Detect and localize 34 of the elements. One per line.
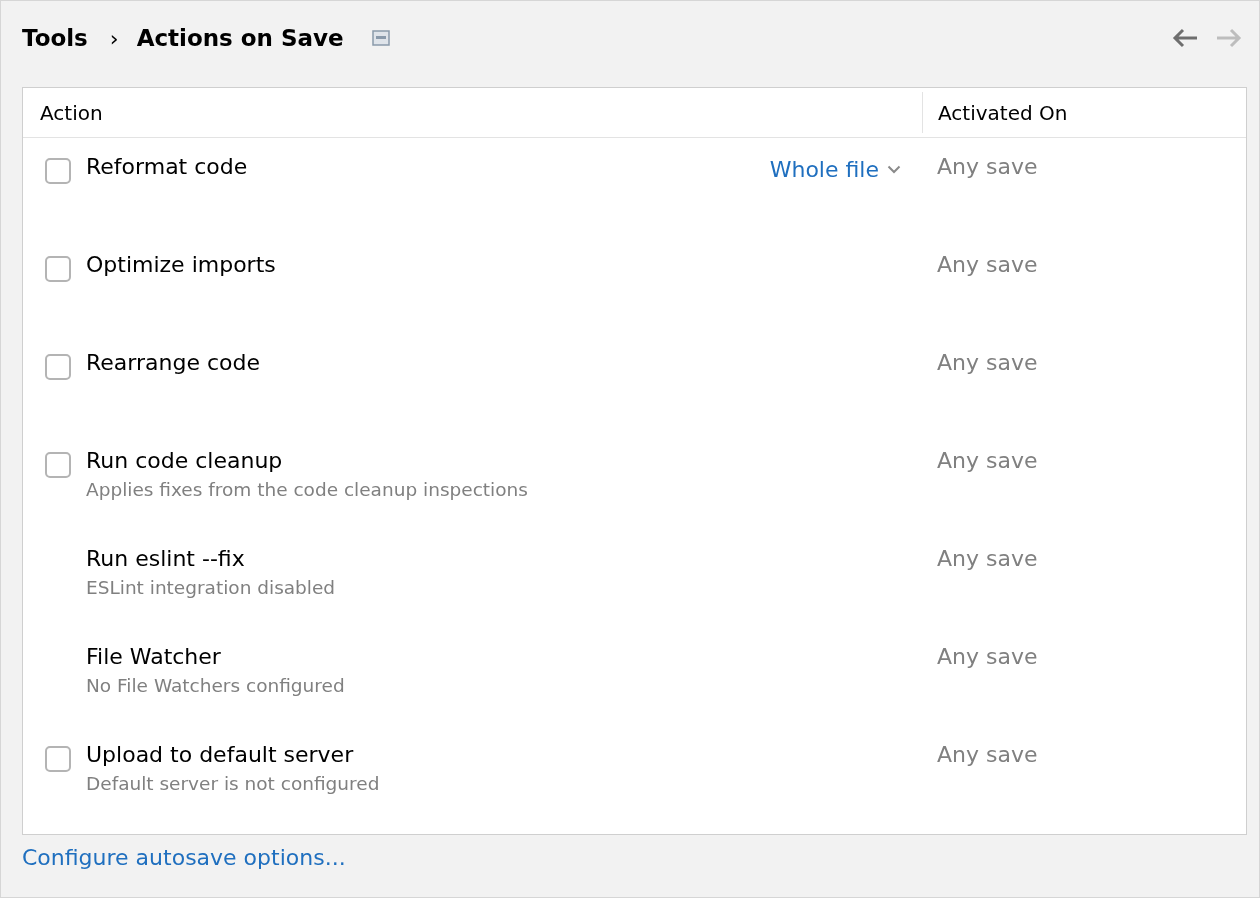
action-description: Default server is not configured [86, 773, 380, 794]
action-label: Upload to default server [86, 742, 354, 767]
autosave-options-link[interactable]: Configure autosave options... [22, 845, 346, 870]
action-description: Applies fixes from the code cleanup inspections [86, 479, 528, 500]
scope-dropdown[interactable]: Whole file [769, 154, 901, 184]
action-description: No File Watchers configured [86, 675, 345, 696]
activation-trigger: Any save [937, 742, 1038, 767]
action-label: Reformat code [86, 154, 248, 179]
page-title: Actions on Save [136, 25, 344, 51]
breadcrumb-parent[interactable]: Tools [22, 25, 88, 51]
activation-trigger: Any save [937, 154, 1038, 179]
action-label: Optimize imports [86, 252, 276, 277]
column-header: Action [23, 92, 923, 133]
activation-trigger: Any save [937, 350, 1038, 375]
activation-trigger: Any save [937, 448, 1038, 473]
checkbox[interactable] [45, 746, 71, 772]
left-arrow-icon [1171, 26, 1199, 50]
checkbox[interactable] [45, 256, 71, 282]
activation-trigger: Any save [937, 644, 1038, 669]
checkbox[interactable] [45, 452, 71, 478]
action-description: ESLint integration disabled [86, 577, 336, 598]
action-label: Run code cleanup [86, 448, 283, 473]
column-header: Activated On [937, 99, 1069, 127]
chevron-down-icon [887, 164, 901, 174]
right-arrow-icon [1215, 26, 1243, 50]
activation-trigger: Any save [937, 252, 1038, 277]
window-icon[interactable] [371, 30, 390, 46]
checkbox[interactable] [45, 354, 71, 380]
action-label: File Watcher [86, 644, 221, 669]
activation-trigger: Any save [937, 546, 1038, 571]
action-label: Run eslint --fix [86, 546, 245, 571]
checkbox[interactable] [45, 158, 71, 184]
breadcrumb-separator: › [109, 25, 119, 51]
action-label: Rearrange code [86, 350, 260, 375]
